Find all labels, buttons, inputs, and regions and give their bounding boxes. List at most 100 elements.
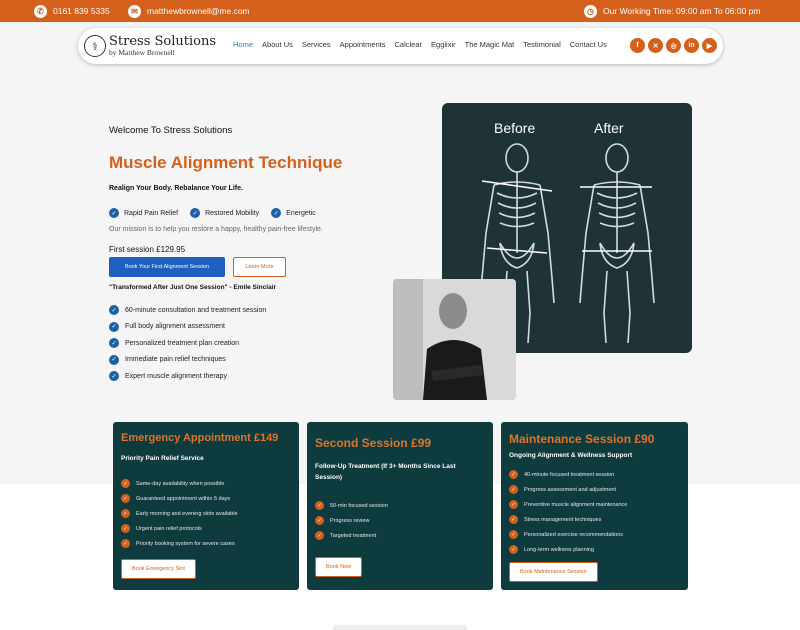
learn-more-button[interactable]: Learn More (233, 257, 286, 277)
card-item-label: Early morning and evening slots availabl… (136, 510, 238, 517)
nav-about-us[interactable]: About Us (262, 40, 293, 49)
nav-calclear[interactable]: Calclear (395, 40, 423, 49)
linkedin-icon[interactable]: in (684, 38, 699, 53)
youtube-icon[interactable]: ▶ (702, 38, 717, 53)
check-circle-icon: ✓ (121, 494, 130, 503)
list-item: ✓ Same-day availability when possible (121, 476, 238, 491)
facebook-icon[interactable]: f (630, 38, 645, 53)
feature-list: ✓ Rapid Pain Relief ✓ Restored Mobility ✓ E… (109, 208, 316, 218)
clock-icon: ◷ (584, 4, 597, 18)
card-feature-list: ✓ 50-min focused session ✓ Progress review… (315, 498, 388, 543)
card-item-label: Guaranteed appointment within 5 days (136, 495, 231, 502)
nav-appointments[interactable]: Appointments (340, 40, 386, 49)
card-title: Second Session £99 (315, 436, 432, 450)
benefit-list: ✓ 60-minute consultation and treatment se… (109, 302, 266, 385)
site-logo[interactable]: ⚕ Stress Solutions by Matthew Brownell (84, 32, 216, 60)
feature-item: ✓ Restored Mobility (190, 208, 259, 218)
check-circle-icon: ✓ (315, 501, 324, 510)
check-circle-icon: ✓ (109, 208, 119, 218)
card-item-label: Progress review (330, 517, 370, 524)
logo-subtitle: by Matthew Brownell (109, 48, 175, 58)
check-circle-icon: ✓ (109, 321, 119, 332)
email-contact[interactable]: ✉ matthewbrownell@me.com (128, 4, 250, 18)
nav-contact-us[interactable]: Contact Us (570, 40, 607, 49)
working-hours-text: Our Working Time: 09:00 am To 06:00 pm (603, 6, 761, 16)
card-item-label: Same-day availability when possible (136, 480, 225, 487)
card-item-label: Personalized exercise recommendations (524, 531, 624, 538)
card-item-label: 50-min focused session (330, 502, 388, 509)
book-emergency-slot-button[interactable]: Book Emergency Slot (121, 559, 196, 579)
check-circle-icon: ✓ (121, 524, 130, 533)
phone-contact[interactable]: ✆ 0161 839 5335 (34, 4, 110, 18)
emergency-appointment-card: Emergency Appointment £149 Priority Pain… (113, 422, 299, 590)
check-circle-icon: ✓ (121, 509, 130, 518)
list-item: ✓ Long-term wellness planning (509, 542, 627, 557)
page-title: Muscle Alignment Technique (109, 153, 343, 172)
list-item: ✓ Personalized exercise recommendations (509, 527, 627, 542)
check-circle-icon: ✓ (121, 539, 130, 548)
check-circle-icon: ✓ (109, 338, 119, 349)
maintenance-session-card: Maintenance Session £90 Ongoing Alignmen… (501, 422, 688, 590)
mission-text: Our mission is to help you restore a hap… (109, 226, 323, 233)
practitioner-photo (393, 279, 516, 400)
top-contact-bar: ✆ 0161 839 5335 ✉ matthewbrownell@me.com… (0, 0, 800, 22)
card-subtitle: Ongoing Alignment & Wellness Support (509, 452, 633, 459)
card-item-label: Urgent pain relief protocols (136, 525, 202, 532)
feature-label: Restored Mobility (205, 209, 260, 217)
feature-item: ✓ Rapid Pain Relief (109, 208, 178, 218)
next-section-edge (333, 625, 467, 630)
email-icon: ✉ (128, 4, 141, 18)
check-circle-icon: ✓ (509, 515, 518, 524)
site-header: ⚕ Stress Solutions by Matthew Brownell H… (78, 28, 723, 64)
nav-home[interactable]: Home (233, 40, 253, 49)
check-circle-icon: ✓ (271, 208, 282, 218)
logo-title: Stress Solutions (109, 34, 217, 50)
list-item: ✓ Early morning and evening slots availab… (121, 506, 238, 521)
book-now-button[interactable]: Book Now (315, 557, 363, 577)
card-feature-list: ✓ Same-day availability when possible ✓ Gu… (121, 476, 238, 551)
check-circle-icon: ✓ (509, 470, 518, 479)
second-session-card: Second Session £99 Follow-Up Treatment (… (307, 422, 493, 590)
check-circle-icon: ✓ (315, 516, 324, 525)
card-subtitle: Priority Pain Relief Service (121, 455, 204, 462)
phone-number[interactable]: 0161 839 5335 (53, 6, 110, 16)
feature-label: Rapid Pain Relief (124, 209, 179, 217)
check-circle-icon: ✓ (509, 500, 518, 509)
list-item: ✓ Progress assessment and adjustment (509, 482, 627, 497)
email-address[interactable]: matthewbrownell@me.com (147, 6, 250, 16)
nav-services[interactable]: Services (302, 40, 331, 49)
book-first-session-button[interactable]: Book Your First Alignment Session (109, 257, 225, 277)
before-label: Before (494, 120, 536, 136)
main-nav: Home About Us Services Appointments Calc… (233, 40, 616, 49)
check-circle-icon: ✓ (190, 208, 201, 218)
list-item: ✓ 40-minute focused treatment session (509, 467, 627, 482)
working-hours: ◷ Our Working Time: 09:00 am To 06:00 pm (584, 4, 760, 18)
instagram-icon[interactable]: ◎ (666, 38, 681, 53)
card-feature-list: ✓ 40-minute focused treatment session ✓ Pr… (509, 467, 627, 557)
check-circle-icon: ✓ (509, 545, 518, 554)
nav-testimonial[interactable]: Testimonial (523, 40, 561, 49)
feature-label: Energetic (286, 209, 316, 217)
x-icon[interactable]: ✕ (648, 38, 663, 53)
phone-icon: ✆ (34, 4, 47, 18)
nav-egglixir[interactable]: Egglixir (431, 40, 456, 49)
first-session-price: First session £129.95 (109, 245, 186, 254)
card-title: Emergency Appointment £149 (121, 432, 279, 444)
card-title: Maintenance Session £90 (509, 432, 655, 446)
logo-figure-icon: ⚕ (84, 35, 106, 57)
list-item: ✓ Targeted treatment (315, 528, 388, 543)
card-item-label: 40-minute focused treatment session (524, 471, 615, 478)
list-item: ✓ Expert muscle alignment therapy (109, 368, 266, 385)
book-maintenance-session-button[interactable]: Book Maintenance Session (509, 562, 598, 582)
feature-item: ✓ Energetic (271, 208, 316, 218)
card-item-label: Targeted treatment (330, 532, 377, 539)
check-circle-icon: ✓ (109, 371, 119, 382)
card-item-label: Long-term wellness planning (524, 546, 595, 553)
check-circle-icon: ✓ (109, 305, 119, 316)
list-item: ✓ 50-min focused session (315, 498, 388, 513)
list-item: ✓ Stress management techniques (509, 512, 627, 527)
check-circle-icon: ✓ (509, 485, 518, 494)
benefit-label: Expert muscle alignment therapy (125, 372, 227, 380)
nav-magic-mat[interactable]: The Magic Mat (465, 40, 515, 49)
after-label: After (594, 120, 624, 136)
